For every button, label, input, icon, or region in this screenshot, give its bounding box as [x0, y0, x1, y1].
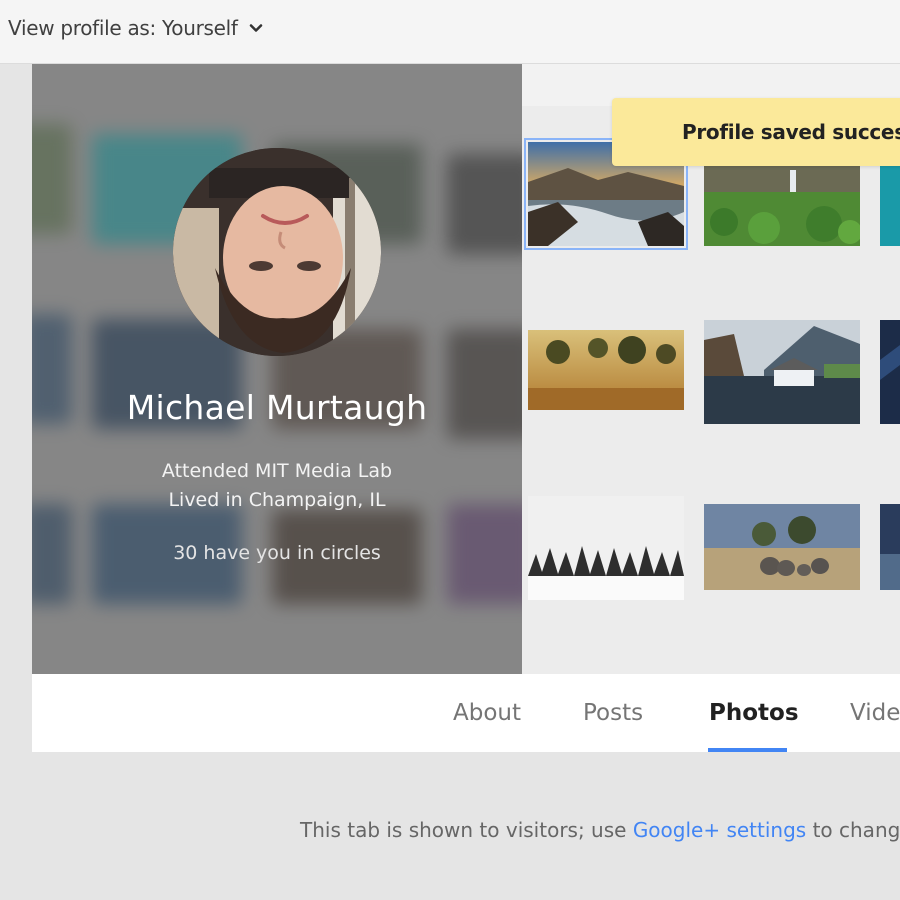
photo-city-night [880, 504, 900, 590]
toast-message: Profile saved success [682, 120, 900, 144]
photo-thumbnail[interactable] [528, 496, 684, 600]
profile-cover: Michael Murtaugh Attended MIT Media Lab … [32, 64, 522, 674]
photo-thumbnail[interactable] [880, 504, 900, 590]
google-plus-settings-link[interactable]: Google+ settings [633, 818, 806, 842]
photo-thumbnail[interactable] [880, 320, 900, 424]
profile-education: Attended MIT Media Lab [161, 460, 393, 482]
photo-thumbnail[interactable] [704, 504, 860, 590]
profile-circles-count[interactable]: 30 have you in circles [32, 542, 522, 564]
profile-name: Michael Murtaugh [126, 388, 428, 427]
tab-about[interactable]: About [453, 700, 521, 726]
photo-mountain-lake-house [704, 320, 860, 424]
photo-dark-blue [880, 320, 900, 424]
profile-tabs: About Posts Photos Vide [32, 674, 900, 752]
tab-photos[interactable]: Photos [709, 700, 799, 726]
view-profile-as-dropdown[interactable]: View profile as: Yourself [8, 16, 266, 40]
view-profile-as-label: View profile as: Yourself [8, 16, 238, 40]
photo-thumbnail[interactable] [528, 330, 684, 410]
top-bar: View profile as: Yourself [0, 0, 900, 64]
chevron-down-icon [249, 24, 262, 32]
note-text-before: This tab is shown to visitors; use [300, 818, 633, 842]
note-text-after: to chang [806, 818, 900, 842]
profile-location: Lived in Champaign, IL [168, 489, 386, 511]
tab-videos[interactable]: Vide [850, 700, 900, 726]
photo-thumbnail[interactable] [704, 320, 860, 424]
photo-elephants [704, 504, 860, 590]
photo-savanna-dust [528, 330, 684, 410]
photo-snowy-forest [528, 496, 684, 600]
tab-visibility-note: This tab is shown to visitors; use Googl… [300, 818, 900, 842]
avatar-image [173, 148, 381, 356]
profile-saved-toast: Profile saved success [612, 98, 900, 166]
active-tab-indicator [708, 748, 787, 752]
tab-posts[interactable]: Posts [583, 700, 643, 726]
avatar[interactable] [173, 148, 381, 356]
